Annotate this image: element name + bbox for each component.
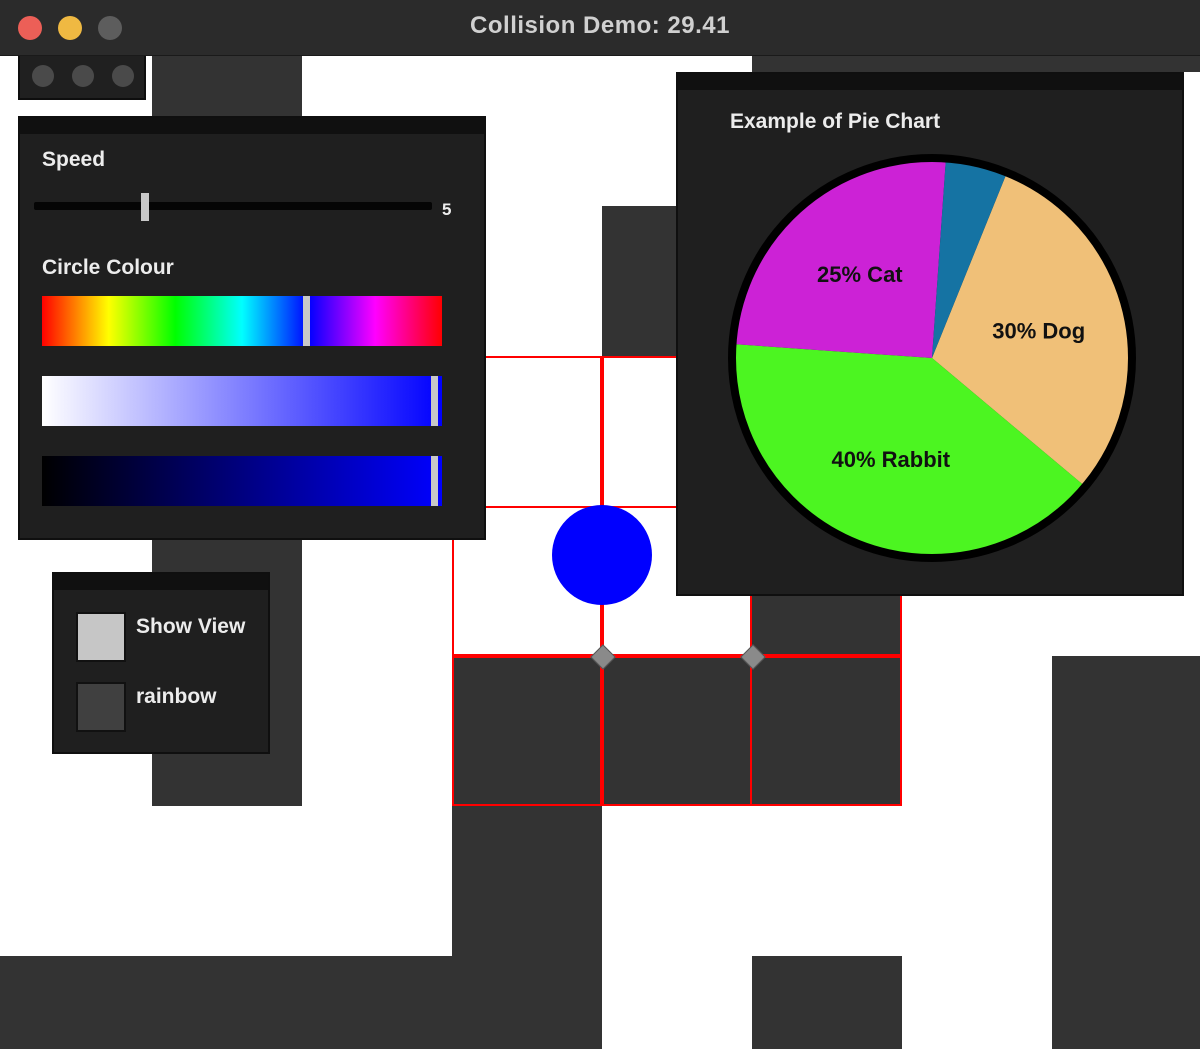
pie-label-cat: 25% Cat [817, 262, 903, 287]
window-title: Collision Demo: 29.41 [470, 12, 730, 39]
collision-cell [600, 654, 752, 806]
speed-label: Speed [42, 148, 106, 171]
maze-wall [1052, 656, 1200, 1049]
pie-slice-cat [732, 157, 946, 358]
pie-chart-panel: Example of Pie Chart 30% Dog 40% Rabbit 25… [676, 72, 1184, 596]
brightness-slider-thumb[interactable] [431, 456, 438, 506]
rainbow-label: rainbow [136, 685, 217, 708]
show-view-label: Show View [136, 615, 246, 638]
speed-slider-track[interactable] [34, 202, 432, 210]
title-bar: Collision Demo: 29.41 [0, 0, 1200, 56]
collision-cell [750, 654, 902, 806]
settings-panel: Speed 5 Circle Colour [18, 116, 486, 540]
maze-wall [752, 56, 1200, 72]
speed-slider-thumb[interactable] [141, 193, 150, 221]
hue-slider-thumb[interactable] [303, 296, 310, 346]
player-ball[interactable] [552, 505, 652, 605]
maze-wall [0, 956, 602, 1049]
pie-label-dog: 30% Dog [992, 318, 1085, 343]
toolbar-dot-icon[interactable] [112, 65, 134, 87]
panel-header[interactable] [54, 574, 268, 590]
hue-slider[interactable] [42, 296, 442, 346]
mini-toolbar [18, 56, 146, 100]
brightness-slider[interactable] [42, 456, 442, 506]
show-view-checkbox[interactable] [76, 612, 126, 662]
rainbow-checkbox[interactable] [76, 682, 126, 732]
saturation-slider-thumb[interactable] [431, 376, 438, 426]
collision-cell [452, 654, 604, 806]
options-panel: Show View rainbow [52, 572, 270, 754]
circle-colour-label: Circle Colour [42, 256, 174, 279]
toolbar-dot-icon[interactable] [72, 65, 94, 87]
pie-label-rabbit: 40% Rabbit [831, 447, 950, 472]
pie-chart: 30% Dog 40% Rabbit 25% Cat [728, 154, 1136, 562]
speed-value: 5 [442, 200, 452, 219]
panel-header[interactable] [20, 118, 484, 134]
saturation-slider[interactable] [42, 376, 442, 426]
toolbar-dot-icon[interactable] [32, 65, 54, 87]
game-canvas[interactable]: Speed 5 Circle Colour Show View rainbow … [0, 56, 1200, 1049]
maze-wall [752, 956, 902, 1049]
